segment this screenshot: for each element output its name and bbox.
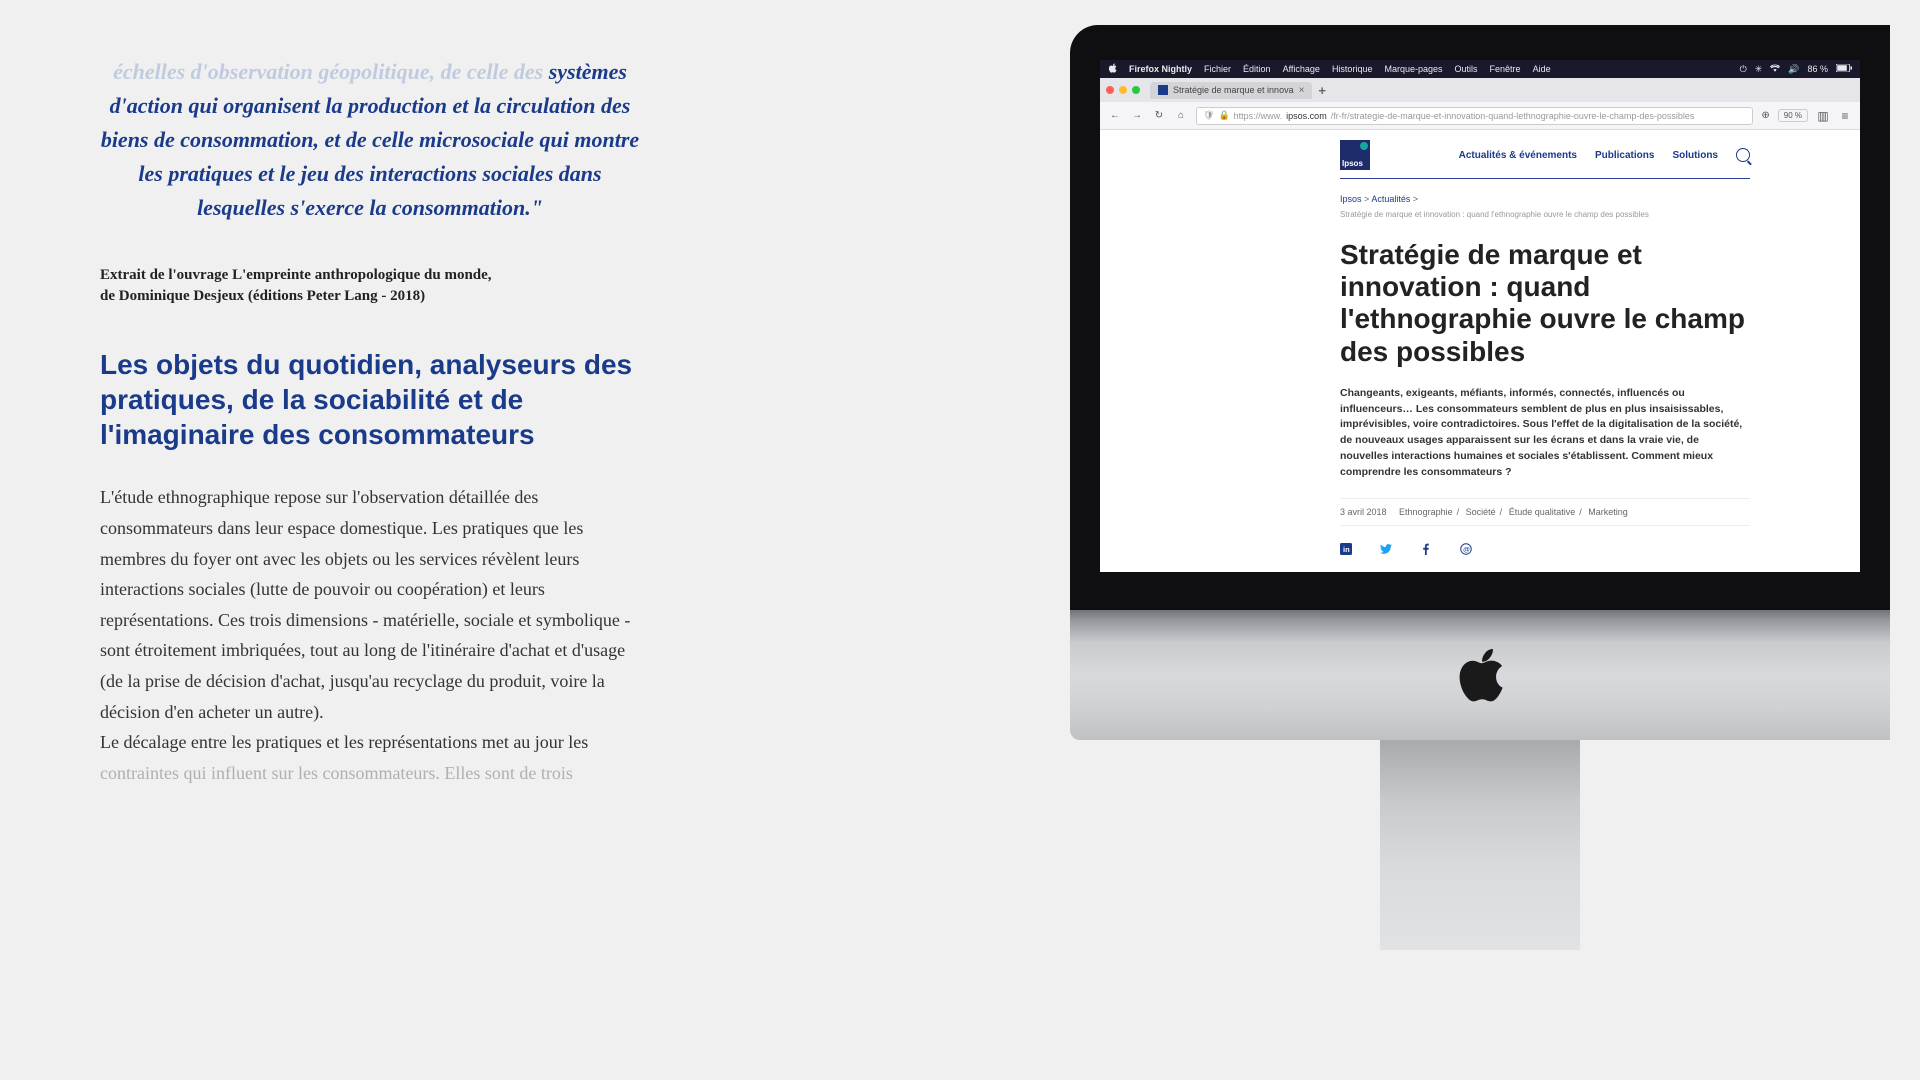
bookmark-icon[interactable]: ⊕ <box>1761 110 1769 121</box>
home-button[interactable]: ⌂ <box>1174 110 1188 121</box>
nav-actualites[interactable]: Actualités & événements <box>1459 150 1577 161</box>
back-button[interactable]: ← <box>1108 110 1122 121</box>
menu-aide[interactable]: Aide <box>1533 64 1551 74</box>
tag-societe[interactable]: Société <box>1466 507 1496 517</box>
article-lede: Changeants, exigeants, méfiants, informé… <box>1340 386 1750 481</box>
share-row: in @ <box>1340 542 1750 560</box>
extract-line2: de Dominique Desjeux (éditions Peter Lan… <box>100 286 640 307</box>
email-share-icon[interactable]: @ <box>1460 542 1472 560</box>
imac-screen: Firefox Nightly Fichier Édition Affichag… <box>1070 25 1890 610</box>
battery-percent: 86 % <box>1807 64 1828 74</box>
breadcrumb: Ipsos > Actualités > <box>1340 194 1750 204</box>
svg-text:in: in <box>1343 545 1350 554</box>
breadcrumb-sep2: > <box>1413 194 1418 204</box>
menu-marque-pages[interactable]: Marque-pages <box>1384 64 1442 74</box>
menu-fenetre[interactable]: Fenêtre <box>1490 64 1521 74</box>
url-prefix: https://www. <box>1234 111 1283 121</box>
battery-icon <box>1836 64 1852 74</box>
url-input[interactable]: 🛡 🔒 https://www.ipsos.com/fr-fr/strategi… <box>1196 107 1753 125</box>
quote-line-faded: échelles d'observation géopolitique, de … <box>113 59 543 84</box>
volume-icon: 🔊 <box>1788 64 1799 75</box>
macos-menubar: Firefox Nightly Fichier Édition Affichag… <box>1100 60 1860 78</box>
url-path: /fr-fr/strategie-de-marque-et-innovation… <box>1331 111 1695 121</box>
imac-mockup: Firefox Nightly Fichier Édition Affichag… <box>920 25 1920 950</box>
site-header: Ipsos Actualités & événements Publicatio… <box>1340 140 1750 179</box>
bluetooth-icon: ✳ <box>1755 64 1763 75</box>
ipsos-logo[interactable]: Ipsos <box>1340 140 1370 170</box>
menu-fichier[interactable]: Fichier <box>1204 64 1231 74</box>
main-nav: Actualités & événements Publications Sol… <box>1459 148 1750 162</box>
breadcrumb-root[interactable]: Ipsos <box>1340 194 1362 204</box>
browser-window: Stratégie de marque et innova × + ← → ↻ … <box>1100 78 1860 572</box>
breadcrumb-section[interactable]: Actualités <box>1371 194 1410 204</box>
source-extract: Extrait de l'ouvrage L'empreinte anthrop… <box>100 265 640 307</box>
extract-line1: Extrait de l'ouvrage L'empreinte anthrop… <box>100 265 640 286</box>
hamburger-menu-icon[interactable]: ≡ <box>1838 109 1852 123</box>
imac-stand <box>1380 740 1580 950</box>
breadcrumb-sep: > <box>1364 194 1369 204</box>
minimize-window-button[interactable] <box>1119 86 1127 94</box>
twitter-share-icon[interactable] <box>1380 542 1392 560</box>
nav-publications[interactable]: Publications <box>1595 150 1654 161</box>
close-window-button[interactable] <box>1106 86 1114 94</box>
tag-ethnographie[interactable]: Ethnographie <box>1399 507 1453 517</box>
article-title: Stratégie de marque et innovation : quan… <box>1340 239 1750 368</box>
menu-edition[interactable]: Édition <box>1243 64 1271 74</box>
maximize-window-button[interactable] <box>1132 86 1140 94</box>
imac-chin <box>1070 610 1890 740</box>
article-date: 3 avril 2018 <box>1340 507 1387 517</box>
tab-bar: Stratégie de marque et innova × + <box>1100 78 1860 102</box>
facebook-share-icon[interactable] <box>1420 542 1432 560</box>
tag-etude[interactable]: Étude qualitative <box>1509 507 1576 517</box>
search-icon[interactable] <box>1736 148 1750 162</box>
tab-title: Stratégie de marque et innova <box>1173 85 1294 95</box>
menu-outils[interactable]: Outils <box>1455 64 1478 74</box>
body-paragraph-fade: contraintes qui influent sur les consomm… <box>100 758 640 789</box>
menubar-status: ⏻ ✳ 🔊 86 % <box>1740 64 1852 75</box>
shield-icon: 🛡 <box>1203 110 1214 121</box>
logo-text: Ipsos <box>1342 159 1363 168</box>
breadcrumb-current: Stratégie de marque et innovation : quan… <box>1340 210 1750 219</box>
url-domain: ipsos.com <box>1286 111 1327 121</box>
article-meta: 3 avril 2018 Ethnographie/ Société/ Étud… <box>1340 498 1750 526</box>
zoom-badge[interactable]: 90 % <box>1778 109 1808 122</box>
wifi-icon <box>1770 64 1780 74</box>
tab-favicon-icon <box>1158 85 1168 95</box>
section-title: Les objets du quotidien, analyseurs des … <box>100 347 640 452</box>
menu-historique[interactable]: Historique <box>1332 64 1373 74</box>
pull-quote: échelles d'observation géopolitique, de … <box>100 55 640 225</box>
forward-button[interactable]: → <box>1130 110 1144 121</box>
body-paragraph-1: L'étude ethnographique repose sur l'obse… <box>100 482 640 727</box>
svg-text:@: @ <box>1463 547 1470 554</box>
logo-accent-icon <box>1360 142 1368 150</box>
apple-menu-icon[interactable] <box>1108 63 1117 75</box>
address-bar-row: ← → ↻ ⌂ 🛡 🔒 https://www.ipsos.com/fr-fr/… <box>1100 102 1860 130</box>
linkedin-share-icon[interactable]: in <box>1340 542 1352 560</box>
window-controls <box>1106 86 1140 94</box>
apple-logo-icon <box>1455 646 1505 704</box>
new-tab-button[interactable]: + <box>1318 83 1326 98</box>
nav-solutions[interactable]: Solutions <box>1672 150 1718 161</box>
left-article-column: échelles d'observation géopolitique, de … <box>100 55 640 788</box>
menu-app-name[interactable]: Firefox Nightly <box>1129 64 1192 74</box>
lock-icon: 🔒 <box>1218 110 1229 121</box>
library-icon[interactable]: ▥ <box>1816 109 1830 123</box>
tab-close-icon[interactable]: × <box>1299 85 1305 96</box>
tag-marketing[interactable]: Marketing <box>1588 507 1628 517</box>
reload-button[interactable]: ↻ <box>1152 110 1166 121</box>
menu-affichage[interactable]: Affichage <box>1283 64 1320 74</box>
power-icon: ⏻ <box>1740 64 1747 75</box>
page-content: Ipsos Actualités & événements Publicatio… <box>1100 130 1860 572</box>
browser-tab[interactable]: Stratégie de marque et innova × <box>1150 82 1312 99</box>
body-paragraph-2: Le décalage entre les pratiques et les r… <box>100 727 640 758</box>
